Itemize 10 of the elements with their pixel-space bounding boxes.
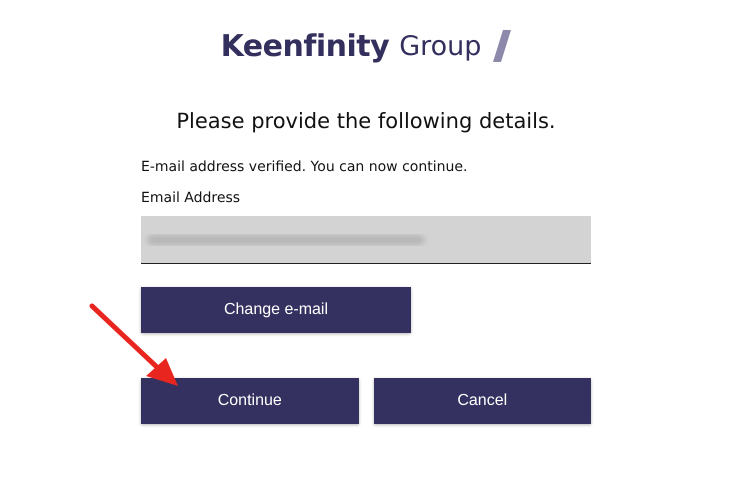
status-message: E-mail address verified. You can now continue. (141, 159, 468, 175)
logo-suffix: Group (399, 30, 482, 62)
action-button[interactable]: Cancel (374, 378, 591, 424)
change-email-button[interactable]: Change e-mail (141, 287, 411, 333)
email-field[interactable] (141, 216, 591, 264)
action-button[interactable]: Continue (141, 378, 358, 424)
page-heading: Please provide the following details. (175, 109, 557, 133)
logo-wordmark: Keenfinity (220, 28, 390, 64)
slash-icon (493, 30, 512, 62)
field-label: Email Address (141, 190, 242, 206)
